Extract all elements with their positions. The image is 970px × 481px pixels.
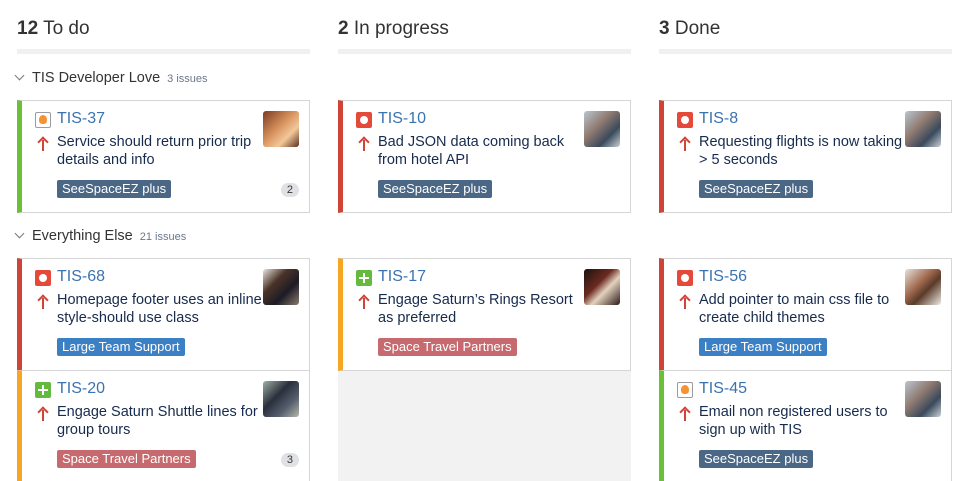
column-divider: [17, 49, 310, 54]
avatar[interactable]: [584, 111, 620, 147]
subtask-count-badge: 3: [280, 453, 299, 467]
priority-high-icon: [37, 136, 49, 152]
avatar[interactable]: [905, 111, 941, 147]
priority-high-icon: [358, 294, 370, 310]
epic-label[interactable]: Space Travel Partners: [378, 338, 517, 356]
chevron-down-icon[interactable]: [14, 70, 25, 81]
swimlane-issue-count: 21 issues: [139, 231, 187, 243]
issue-key[interactable]: TIS-45: [699, 380, 747, 398]
column-divider: [338, 49, 631, 54]
bug-icon: [677, 112, 693, 128]
issue-key[interactable]: TIS-10: [378, 110, 426, 128]
issue-summary: Homepage footer uses an inline style-sho…: [57, 292, 262, 326]
column-count: 12: [17, 18, 39, 39]
issue-key[interactable]: TIS-17: [378, 268, 426, 286]
priority-high-icon: [37, 406, 49, 422]
bug-icon: [677, 270, 693, 286]
priority-high-icon: [679, 294, 691, 310]
column-label: Done: [674, 18, 721, 39]
bug-icon: [35, 270, 51, 286]
issue-summary: Engage Saturn’s Rings Resort as preferre…: [378, 292, 573, 326]
epic-label[interactable]: SeeSpaceEZ plus: [57, 180, 172, 198]
priority-high-icon: [679, 136, 691, 152]
epic-label[interactable]: Large Team Support: [57, 338, 185, 356]
new-feature-icon: [356, 270, 372, 286]
bug-icon: [356, 112, 372, 128]
improvement-icon: [35, 112, 51, 128]
issue-card-tis-56[interactable]: TIS-56 Add pointer to main css file to c…: [659, 258, 952, 371]
priority-high-icon: [358, 136, 370, 152]
epic-label[interactable]: SeeSpaceEZ plus: [699, 180, 814, 198]
swimlane-issue-count: 3 issues: [167, 73, 208, 85]
epic-label[interactable]: Large Team Support: [699, 338, 827, 356]
column-label: To do: [43, 18, 90, 39]
issue-card-tis-68[interactable]: TIS-68 Homepage footer uses an inline st…: [17, 258, 310, 371]
issue-summary: Service should return prior trip details…: [57, 134, 252, 168]
swimlane-title: TIS Developer Love: [32, 70, 161, 86]
avatar[interactable]: [905, 381, 941, 417]
issue-key[interactable]: TIS-56: [699, 268, 747, 286]
issue-key[interactable]: TIS-68: [57, 268, 105, 286]
issue-summary: Email non registered users to sign up wi…: [699, 404, 888, 438]
avatar[interactable]: [263, 111, 299, 147]
issue-summary: Requesting flights is now taking > 5 sec…: [699, 134, 903, 168]
issue-key[interactable]: TIS-37: [57, 110, 105, 128]
chevron-down-icon[interactable]: [14, 228, 25, 239]
issue-card-tis-20[interactable]: TIS-20 Engage Saturn Shuttle lines for g…: [17, 370, 310, 481]
column-count: 2: [338, 18, 349, 39]
column-header-done: 3 Done: [659, 18, 720, 40]
priority-high-icon: [679, 406, 691, 422]
column-label: In progress: [353, 18, 449, 39]
avatar[interactable]: [584, 269, 620, 305]
column-count: 3: [659, 18, 670, 39]
avatar[interactable]: [263, 269, 299, 305]
issue-summary: Bad JSON data coming back from hotel API: [378, 134, 565, 168]
column-header-todo: 12 To do: [17, 18, 90, 40]
issue-card-tis-8[interactable]: TIS-8 Requesting flights is now taking >…: [659, 100, 952, 213]
priority-high-icon: [37, 294, 49, 310]
empty-column-area: [338, 370, 631, 481]
new-feature-icon: [35, 382, 51, 398]
swimlane-header-everything-else[interactable]: Everything Else 21 issues: [14, 228, 187, 244]
issue-summary: Add pointer to main css file to create c…: [699, 292, 890, 326]
improvement-icon: [677, 382, 693, 398]
epic-label[interactable]: Space Travel Partners: [57, 450, 196, 468]
avatar[interactable]: [263, 381, 299, 417]
issue-summary: Engage Saturn Shuttle lines for group to…: [57, 404, 258, 438]
issue-card-tis-10[interactable]: TIS-10 Bad JSON data coming back from ho…: [338, 100, 631, 213]
issue-card-tis-37[interactable]: TIS-37 Service should return prior trip …: [17, 100, 310, 213]
swimlane-title: Everything Else: [32, 228, 133, 244]
issue-card-tis-17[interactable]: TIS-17 Engage Saturn’s Rings Resort as p…: [338, 258, 631, 371]
avatar[interactable]: [905, 269, 941, 305]
issue-card-tis-45[interactable]: TIS-45 Email non registered users to sig…: [659, 370, 952, 481]
swimlane-header-tis-developer-love[interactable]: TIS Developer Love 3 issues: [14, 70, 208, 86]
column-header-in-progress: 2 In progress: [338, 18, 449, 40]
epic-label[interactable]: SeeSpaceEZ plus: [699, 450, 814, 468]
subtask-count-badge: 2: [280, 183, 299, 197]
epic-label[interactable]: SeeSpaceEZ plus: [378, 180, 493, 198]
issue-key[interactable]: TIS-8: [699, 110, 738, 128]
column-divider: [659, 49, 952, 54]
issue-key[interactable]: TIS-20: [57, 380, 105, 398]
